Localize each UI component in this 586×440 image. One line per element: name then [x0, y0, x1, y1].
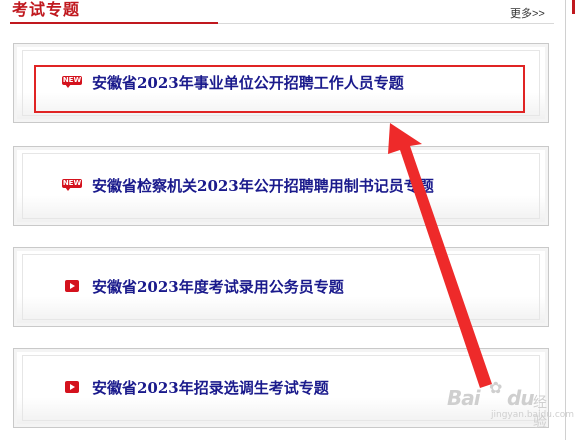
watermark-brand: Bai [447, 386, 481, 410]
topic-card-procuratorate-clerk[interactable]: NEW 安徽省检察机关2023年公开招聘聘用制书记员专题 [13, 146, 549, 226]
topic-link-row[interactable]: 安徽省2023年度考试录用公务员专题 [62, 274, 344, 298]
section-title: 考试专题 [12, 0, 81, 19]
new-badge-icon: NEW [62, 179, 82, 191]
adjacent-panel-title-fragment [572, 0, 575, 14]
watermark-brand-suffix: du [507, 386, 535, 410]
paw-icon: ✿ [489, 378, 503, 397]
header-underline-accent [10, 22, 218, 24]
header-underline [218, 23, 554, 24]
topic-card-civil-servant[interactable]: 安徽省2023年度考试录用公务员专题 [13, 247, 549, 327]
adjacent-panel-edge [565, 0, 586, 440]
topic-link-row[interactable]: 安徽省2023年招录选调生考试专题 [62, 375, 329, 399]
watermark: Bai ✿ du 经验 jingyan.baidu.com [447, 376, 574, 431]
panel-divider [565, 0, 566, 440]
play-icon [65, 280, 79, 292]
topic-link[interactable]: 安徽省2023年招录选调生考试专题 [92, 377, 329, 398]
more-link[interactable]: 更多>> [510, 5, 545, 21]
watermark-url: jingyan.baidu.com [491, 410, 575, 420]
section-header: 考试专题 更多>> [0, 0, 558, 28]
play-icon [65, 381, 79, 393]
topic-link[interactable]: 安徽省2023年度考试录用公务员专题 [92, 276, 344, 297]
highlight-annotation-box [34, 65, 525, 113]
topic-link[interactable]: 安徽省检察机关2023年公开招聘聘用制书记员专题 [92, 175, 434, 196]
new-badge-tail [65, 187, 71, 191]
topic-link-row[interactable]: NEW 安徽省检察机关2023年公开招聘聘用制书记员专题 [62, 173, 434, 197]
